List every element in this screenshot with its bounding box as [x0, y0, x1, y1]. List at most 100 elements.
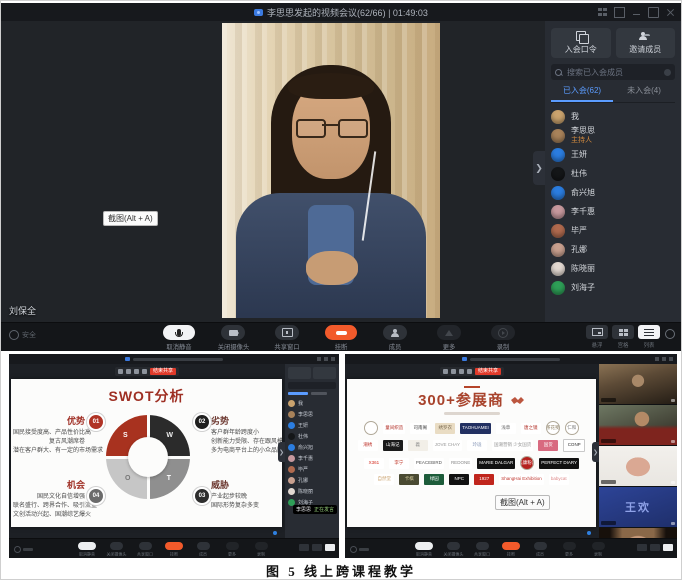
toolbar-button[interactable]: 取消静音	[412, 542, 436, 558]
participant-video-tile[interactable]	[599, 364, 677, 404]
toolbar-button[interactable]: 取消静音	[75, 542, 99, 558]
invite-button[interactable]: 邀请成员	[616, 28, 676, 58]
toolbar-button[interactable]: 共享窗口	[264, 325, 310, 352]
toolbar-button[interactable]: 成员	[528, 542, 552, 558]
view-icon	[619, 329, 623, 332]
collapse-strip-chevron[interactable]: ❯	[592, 442, 599, 462]
toolbar-button[interactable]: 更多	[426, 325, 472, 352]
participant-video-tile[interactable]: 王欢	[599, 487, 677, 527]
member-row[interactable]: 毕严	[551, 221, 675, 240]
exhibitor-logo: 義	[408, 440, 428, 451]
stop-share-button[interactable]: 结束共享	[475, 368, 501, 375]
member-row[interactable]: 陈晓丽	[288, 486, 336, 497]
participant-video-tile[interactable]	[599, 446, 677, 486]
member-row[interactable]: 俞兴旭	[288, 442, 336, 453]
search-input[interactable]	[565, 67, 661, 78]
shared-screen: 结束共享 SWOT分析 优势 国民接受度高、产品性价比高复古风潮席卷潜在客户群大…	[9, 364, 285, 538]
member-row[interactable]: 我	[551, 107, 675, 126]
view-button[interactable]: 悬浮	[586, 325, 608, 349]
view-button[interactable]	[325, 544, 335, 551]
close-icon[interactable]	[666, 8, 675, 17]
exhibitor-logo: TAOHUAMEI	[460, 423, 490, 434]
maximize-icon[interactable]	[648, 7, 659, 18]
toolbar-button[interactable]: 取消静音	[156, 325, 202, 352]
member-search[interactable]	[551, 64, 675, 80]
window-controls[interactable]	[655, 357, 673, 361]
meeting-code-button[interactable]: 入会口令	[551, 28, 611, 58]
tab-joined[interactable]: 已入会(62)	[551, 85, 613, 102]
share-control-bar: 结束共享	[115, 367, 179, 376]
fullscreen-icon[interactable]	[614, 7, 625, 18]
collapse-sidebar-chevron[interactable]: ❯	[533, 151, 545, 185]
member-row[interactable]: 李思思 主持人	[551, 126, 675, 145]
view-button[interactable]	[299, 544, 309, 551]
member-name: 毕严	[571, 227, 587, 235]
participant-name-chip	[601, 480, 616, 484]
toolbar-button[interactable]: 共享窗口	[470, 542, 494, 558]
view-button[interactable]: 宫格	[612, 325, 634, 349]
participant-name-chip	[601, 439, 616, 443]
toolbar-button[interactable]: 关闭摄像头	[441, 542, 465, 558]
member-row[interactable]: 毕严	[288, 464, 336, 475]
member-row[interactable]: 孔娜	[288, 475, 336, 486]
participant-video-strip: 王欢 李思思 正在发言	[599, 364, 677, 538]
view-button[interactable]	[637, 544, 647, 551]
member-row[interactable]: 我	[288, 398, 336, 409]
toolbar-button[interactable]: 成员	[372, 325, 418, 352]
member-row[interactable]: 陈晓丽	[551, 259, 675, 278]
participant-video-tile[interactable]	[599, 405, 677, 445]
clear-search-icon[interactable]	[664, 69, 671, 76]
minimize-icon[interactable]	[632, 8, 641, 17]
toolbar-button[interactable]: 更多	[220, 542, 244, 558]
security-indicator[interactable]: 安全	[9, 330, 36, 340]
member-list: 我 李思思 主持人 王妍	[551, 107, 675, 325]
search-icon	[555, 69, 562, 76]
tab-not-joined[interactable]: 未入会(4)	[613, 85, 675, 102]
member-row[interactable]: 王妍	[288, 420, 336, 431]
toolbar-button[interactable]: 录制	[249, 542, 273, 558]
view-button[interactable]	[312, 544, 322, 551]
stop-share-button[interactable]: 结束共享	[150, 368, 176, 375]
avatar	[288, 422, 295, 429]
layout-icon[interactable]	[598, 8, 607, 17]
toolbar-button[interactable]: 挂断	[499, 542, 523, 558]
avatar	[551, 243, 565, 257]
toolbar-button[interactable]: 挂断	[162, 542, 186, 558]
toolbar-button[interactable]: 关闭摄像头	[210, 325, 256, 352]
member-row[interactable]: 孔娜	[551, 240, 675, 259]
window-controls[interactable]	[317, 357, 335, 361]
window-title-placeholder	[470, 358, 560, 361]
share-control-bar: 结束共享	[440, 367, 504, 376]
member-tabs[interactable]	[288, 392, 336, 395]
invite-button[interactable]	[313, 367, 336, 379]
member-row[interactable]: 李千惠	[288, 453, 336, 464]
member-row[interactable]: 李千惠	[551, 202, 675, 221]
member-row[interactable]: 刘海子	[551, 278, 675, 297]
view-button[interactable]	[650, 544, 660, 551]
toolbar-button[interactable]: 录制	[586, 542, 610, 558]
member-row[interactable]: 俞兴旭	[551, 183, 675, 202]
toolbar-button-label: 挂断	[335, 343, 348, 352]
toolbar-button[interactable]: 更多	[557, 542, 581, 558]
member-row[interactable]: 杜伟	[288, 431, 336, 442]
toolbar-button-label: 关闭摄像头	[217, 343, 249, 352]
settings-icon[interactable]	[665, 329, 675, 339]
meeting-code-button[interactable]	[288, 367, 311, 379]
toolbar-button[interactable]: 关闭摄像头	[104, 542, 128, 558]
member-search[interactable]	[288, 382, 336, 389]
collapse-sidebar-chevron[interactable]: ❯	[278, 442, 285, 462]
slide-subtitle-placeholder	[444, 412, 500, 415]
member-row[interactable]: 李思思	[288, 409, 336, 420]
toolbar-button[interactable]: 挂断	[318, 325, 364, 352]
toolbar-button[interactable]: 录制	[480, 325, 526, 352]
toolbar-button[interactable]: 共享窗口	[133, 542, 157, 558]
member-row[interactable]: 王妍	[551, 145, 675, 164]
toolbar-button-label: 录制	[497, 343, 510, 352]
member-row[interactable]: 杜伟	[551, 164, 675, 183]
exhibitor-logo: NPC	[449, 474, 469, 485]
view-button[interactable]	[663, 544, 673, 551]
view-button[interactable]: 列表	[638, 325, 660, 349]
person-hands	[306, 251, 358, 285]
avatar	[288, 411, 295, 418]
toolbar-button[interactable]: 成员	[191, 542, 215, 558]
